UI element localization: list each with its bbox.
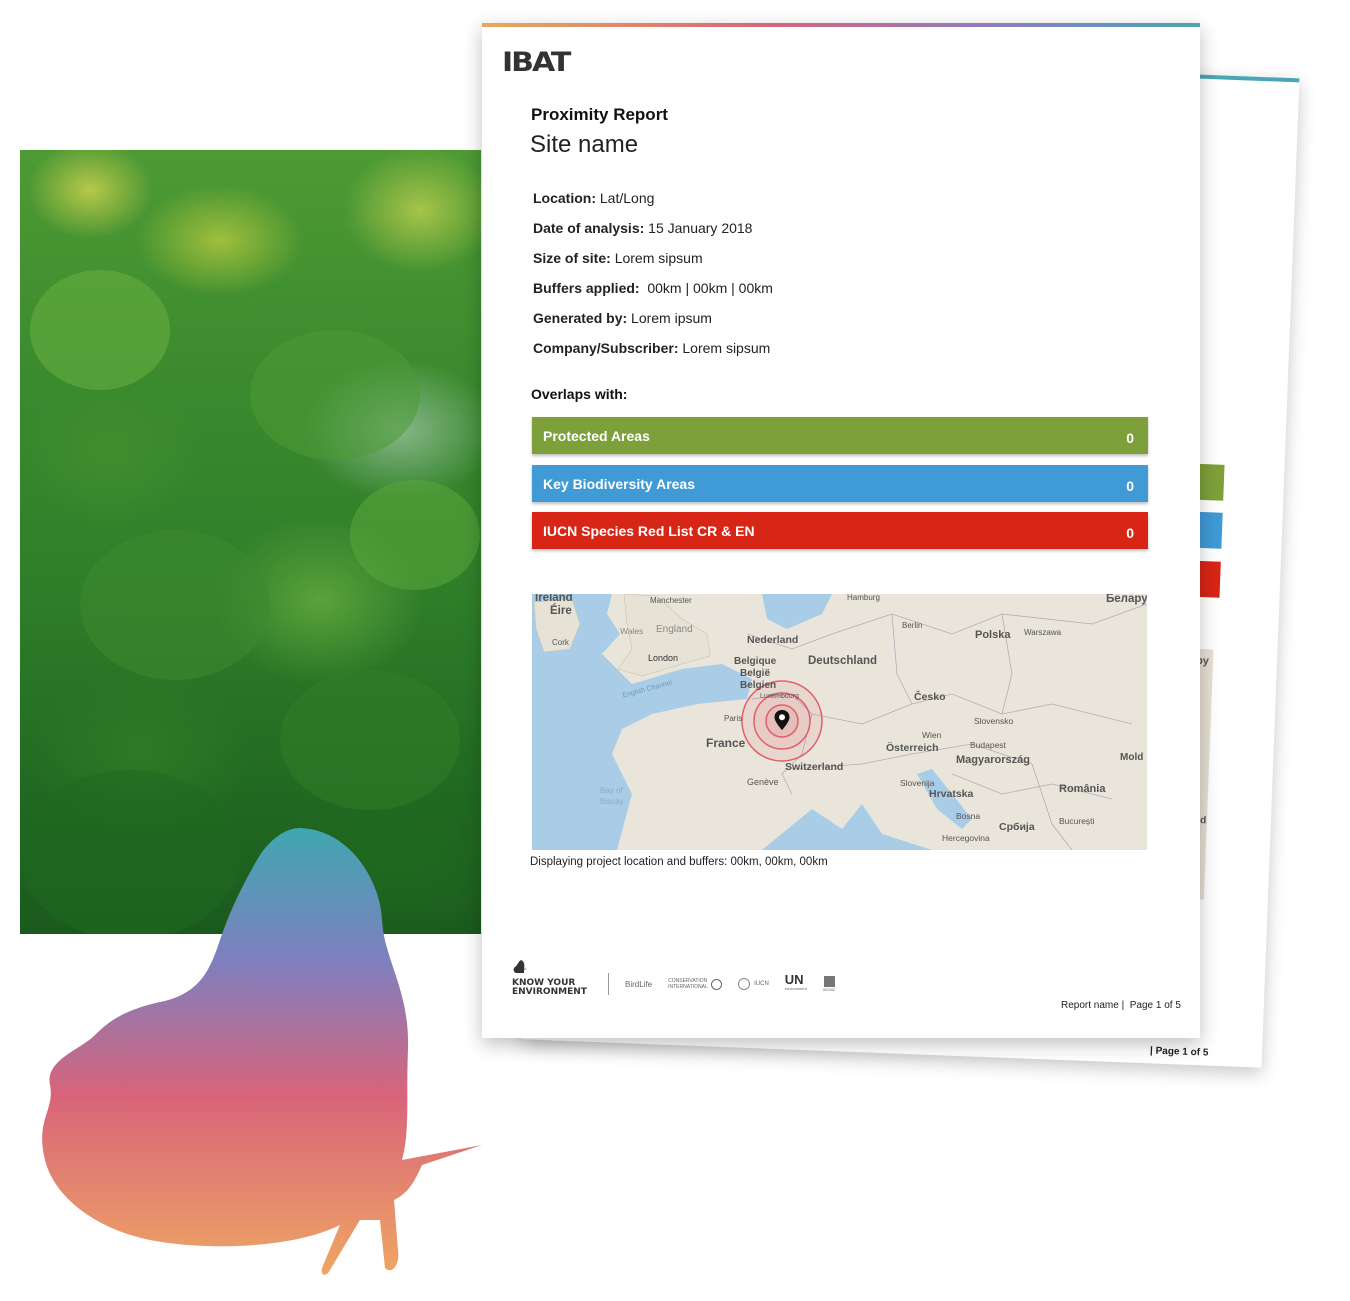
map-label: Biscay [600, 797, 624, 806]
map-label: Warszawa [1024, 628, 1062, 637]
map-label: Deutschland [808, 655, 878, 667]
iucn-logo: IUCN [738, 978, 769, 990]
location-map[interactable]: Ireland Éire Cork Manchester Wales Engla… [532, 594, 1147, 850]
map-label: Belgique [734, 656, 777, 667]
wcmc-logo: WCMC [823, 976, 836, 992]
map-label: Mold [1120, 752, 1144, 763]
top-stripe [482, 23, 1200, 27]
map-label: Slovenija [900, 778, 935, 788]
birdlife-logo: BirdLife [625, 979, 653, 989]
map-label: Hercegovina [942, 833, 990, 843]
map-label: București [1059, 816, 1095, 826]
report-page: IBAT Proximity Report Site name Location… [482, 23, 1200, 1038]
overlap-bar-protected-areas[interactable]: Protected Areas 0 [532, 417, 1148, 454]
overlap-count: 0 [1126, 477, 1134, 494]
map-label: Slovensko [974, 716, 1014, 726]
overlap-bar-iucn-red-list[interactable]: IUCN Species Red List CR & EN 0 [532, 512, 1148, 549]
map-label: Bay of [600, 786, 623, 795]
meta-location: Location: Lat/Long [533, 190, 655, 206]
meta-generated-by: Generated by: Lorem ipsum [533, 310, 712, 326]
map-label: Nederland [747, 634, 799, 646]
partner-logos: KNOW YOUR ENVIRONMENT BirdLife CONSERVAT… [512, 960, 836, 997]
meta-buffers: Buffers applied: 00km | 00km | 00km [533, 280, 773, 296]
conservation-international-logo: CONSERVATION INTERNATIONAL [668, 978, 723, 990]
back-page-number: | Page 1 of 5 [1149, 1045, 1209, 1059]
forest-photo [20, 150, 481, 934]
map-label: România [1059, 783, 1106, 795]
map-label: Budapest [970, 740, 1006, 750]
map-label: Belgien [740, 680, 777, 691]
footer-divider [608, 973, 609, 995]
overlap-bar-key-biodiversity-areas[interactable]: Key Biodiversity Areas 0 [532, 465, 1148, 502]
map-label: England [656, 624, 693, 635]
site-metadata: Location: Lat/Long Date of analysis: 15 … [533, 183, 773, 363]
map-label: Éire [550, 605, 572, 617]
map-label: Hamburg [847, 594, 880, 602]
site-name: Site name [530, 131, 639, 158]
butterfly-icon [42, 828, 482, 1275]
map-label: Manchester [650, 596, 692, 605]
meta-size: Size of site: Lorem sipsum [533, 250, 703, 266]
map-label: Polska [975, 629, 1011, 641]
map-label: Белару [1106, 594, 1147, 605]
unep-logo: UN environment [784, 972, 807, 991]
location-pin-icon[interactable] [774, 710, 790, 730]
map-label: Luxembourg [760, 693, 799, 700]
meta-company: Company/Subscriber: Lorem sipsum [533, 340, 771, 356]
map-label: Wales [620, 626, 644, 636]
kye-logo: KNOW YOUR ENVIRONMENT [512, 960, 592, 997]
overlaps-heading: Overlaps with: [531, 386, 628, 402]
map-label: Ireland [535, 594, 573, 604]
map-label: Bosna [956, 811, 981, 821]
map-label: Genève [747, 777, 779, 787]
meta-date: Date of analysis: 15 January 2018 [533, 220, 753, 236]
map-caption: Displaying project location and buffers:… [530, 856, 828, 868]
map-label: Cork [552, 638, 569, 647]
map-label: Switzerland [785, 761, 844, 773]
map-label: Česko [914, 691, 946, 703]
overlap-count: 0 [1126, 524, 1134, 541]
footer-page-info: Report name | Page 1 of 5 [1061, 1000, 1181, 1011]
map-label: België [740, 668, 771, 679]
map-label: Србија [999, 821, 1035, 833]
overlap-label: Key Biodiversity Areas [543, 475, 695, 492]
map-label: France [706, 736, 746, 750]
map-label: London [648, 653, 679, 663]
map-label: Österreich [886, 742, 939, 754]
ibat-logo: IBAT [502, 46, 571, 79]
butterfly-icon [513, 960, 527, 973]
map-label: Hrvatska [929, 788, 974, 800]
overlap-label: Protected Areas [543, 427, 650, 444]
map-label: Paris [724, 714, 743, 723]
map-label: Magyarország [956, 754, 1030, 766]
map-label: Berlin [902, 621, 923, 630]
report-title: Proximity Report [531, 105, 668, 124]
overlap-label: IUCN Species Red List CR & EN [543, 522, 755, 539]
overlap-count: 0 [1126, 429, 1134, 446]
map-label: Wien [922, 730, 942, 740]
